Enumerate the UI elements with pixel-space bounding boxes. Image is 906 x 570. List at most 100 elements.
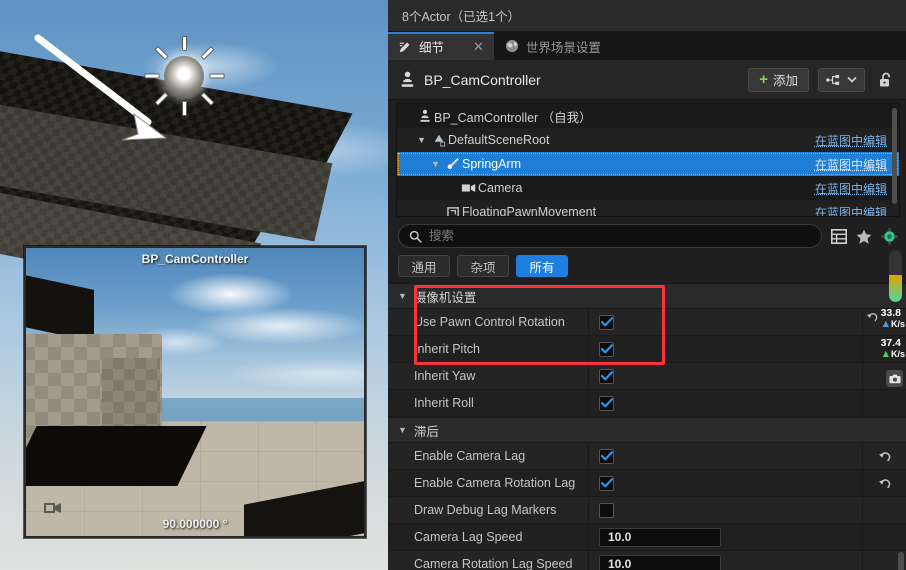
add-button-label: 添加: [772, 74, 798, 88]
property-value[interactable]: [588, 363, 862, 389]
tab-close-icon[interactable]: ✕: [473, 40, 484, 53]
checkbox[interactable]: [599, 448, 614, 464]
search-input-wrapper[interactable]: [398, 224, 822, 248]
property-value[interactable]: [588, 336, 862, 362]
preview-shadow: [26, 426, 207, 486]
tree-row-label: BP_CamController （自我）: [434, 110, 592, 125]
property-value[interactable]: [588, 390, 862, 416]
tree-scrollbar[interactable]: [892, 108, 897, 204]
screenshot-camera-icon: [888, 374, 901, 383]
checkbox[interactable]: [599, 368, 614, 384]
filter-label: 所有: [529, 260, 555, 275]
details-search-row: [388, 217, 906, 253]
check-icon: [600, 371, 613, 381]
number-input[interactable]: 10.0: [599, 554, 721, 570]
spring-arm-icon: [444, 157, 462, 171]
tab-world-settings-label: 世界场景设置: [525, 40, 601, 55]
property-value[interactable]: 10.0: [588, 524, 862, 550]
property-value[interactable]: 10.0: [588, 551, 862, 570]
lock-details-button[interactable]: [874, 72, 896, 88]
property-value[interactable]: [588, 443, 862, 469]
checkbox[interactable]: [599, 314, 614, 330]
pawn-icon: [416, 109, 434, 123]
property-row[interactable]: Draw Debug Lag Markers: [388, 497, 906, 524]
property-value[interactable]: [588, 497, 862, 523]
tab-world-settings[interactable]: 世界场景设置: [494, 32, 611, 60]
tree-row[interactable]: FloatingPawnMovement 在蓝图中编辑: [397, 200, 899, 217]
blueprint-graph-button[interactable]: [818, 67, 865, 92]
checkbox[interactable]: [599, 395, 614, 411]
property-value[interactable]: [588, 470, 862, 496]
edit-in-blueprint-link[interactable]: 在蓝图中编辑: [815, 132, 887, 149]
property-label: Inherit Yaw: [414, 369, 476, 383]
tree-row[interactable]: Camera 在蓝图中编辑: [397, 176, 899, 200]
property-row[interactable]: Enable Camera Lag: [388, 443, 906, 470]
property-label: Enable Camera Rotation Lag: [414, 476, 576, 490]
tree-twisty[interactable]: ▼: [431, 159, 444, 169]
filter-tab-misc[interactable]: 杂项: [457, 255, 509, 277]
camera-preview-window[interactable]: BP_CamController 90.000000 °: [24, 246, 366, 538]
property-row[interactable]: Inherit Roll: [388, 390, 906, 417]
upload-unit: K/s: [890, 319, 905, 330]
edit-in-blueprint-link[interactable]: 在蓝图中编辑: [815, 204, 887, 217]
caret-down-icon[interactable]: ▼: [398, 425, 407, 435]
grid-view-icon[interactable]: [831, 228, 847, 244]
property-row[interactable]: Enable Camera Rotation Lag: [388, 470, 906, 497]
check-icon: [600, 317, 613, 327]
filter-tab-all[interactable]: 所有: [516, 255, 568, 277]
outliner-status-bar: 8个Actor（已选1个）: [388, 0, 906, 32]
filter-tab-general[interactable]: 通用: [398, 255, 450, 277]
filter-label: 通用: [411, 260, 437, 275]
filter-label: 杂项: [470, 260, 496, 275]
property-row[interactable]: Camera Rotation Lag Speed 10.0: [388, 551, 906, 570]
details-scrollbar[interactable]: [898, 552, 904, 570]
undo-arrow-icon: [866, 313, 877, 322]
tab-details[interactable]: 细节 ✕: [388, 32, 494, 60]
tree-row-label: DefaultSceneRoot: [448, 133, 550, 147]
property-label: Draw Debug Lag Markers: [414, 503, 557, 517]
level-viewport[interactable]: BP_CamController 90.000000 °: [0, 0, 388, 570]
right-panel: 8个Actor（已选1个） 细节 ✕ 世界场景设置 BP_CamControll…: [388, 0, 906, 570]
favorite-star-icon[interactable]: [856, 229, 872, 244]
upload-arrow-icon: ▲: [880, 318, 891, 331]
scene-root-icon: [430, 133, 448, 147]
download-unit: K/s: [890, 349, 905, 360]
camera-icon: [460, 183, 478, 193]
property-label: Inherit Pitch: [414, 342, 481, 356]
tree-row[interactable]: ▼ DefaultSceneRoot 在蓝图中编辑: [397, 128, 899, 152]
checkbox[interactable]: [599, 341, 614, 357]
panel-tabstrip: 细节 ✕ 世界场景设置: [388, 32, 906, 60]
check-icon: [600, 344, 613, 354]
property-row[interactable]: Inherit Yaw: [388, 363, 906, 390]
add-component-button[interactable]: + 添加: [748, 67, 809, 92]
performance-gauge-icon: [889, 250, 902, 302]
edit-in-blueprint-link[interactable]: 在蓝图中编辑: [815, 180, 887, 197]
preview-title: BP_CamController: [141, 252, 249, 266]
screenshot-camera-button[interactable]: [886, 370, 903, 387]
details-pencil-icon: [399, 41, 410, 52]
camera-icon: [44, 503, 61, 513]
tree-row[interactable]: BP_CamController （自我）: [397, 104, 899, 128]
object-header-bar: BP_CamController + 添加: [388, 60, 906, 100]
property-value[interactable]: [588, 309, 862, 335]
checkbox[interactable]: [599, 475, 614, 491]
caret-down-icon[interactable]: ▼: [398, 291, 407, 301]
section-header-lag[interactable]: ▼ 滞后: [388, 417, 906, 443]
tree-row-label: FloatingPawnMovement: [462, 205, 597, 217]
property-row[interactable]: Camera Lag Speed 10.0: [388, 524, 906, 551]
edit-in-blueprint-link[interactable]: 在蓝图中编辑: [815, 156, 887, 173]
page-title: BP_CamController: [424, 71, 541, 88]
gauge-fill: [889, 274, 902, 302]
pawn-icon: [401, 71, 414, 87]
checkbox[interactable]: [599, 502, 614, 518]
tree-row[interactable]: ▼ SpringArm 在蓝图中编辑: [397, 152, 899, 176]
property-row[interactable]: Use Pawn Control Rotation: [388, 309, 906, 336]
search-input[interactable]: [429, 229, 811, 243]
section-header-camera-settings[interactable]: ▼ 摄像机设置: [388, 283, 906, 309]
component-tree[interactable]: BP_CamController （自我） ▼ DefaultSceneRoot…: [396, 103, 900, 217]
movement-icon: [444, 206, 462, 216]
property-row[interactable]: Inherit Pitch: [388, 336, 906, 363]
tree-twisty[interactable]: ▼: [417, 135, 430, 145]
section-title: 滞后: [413, 424, 439, 439]
number-input[interactable]: 10.0: [599, 527, 721, 547]
